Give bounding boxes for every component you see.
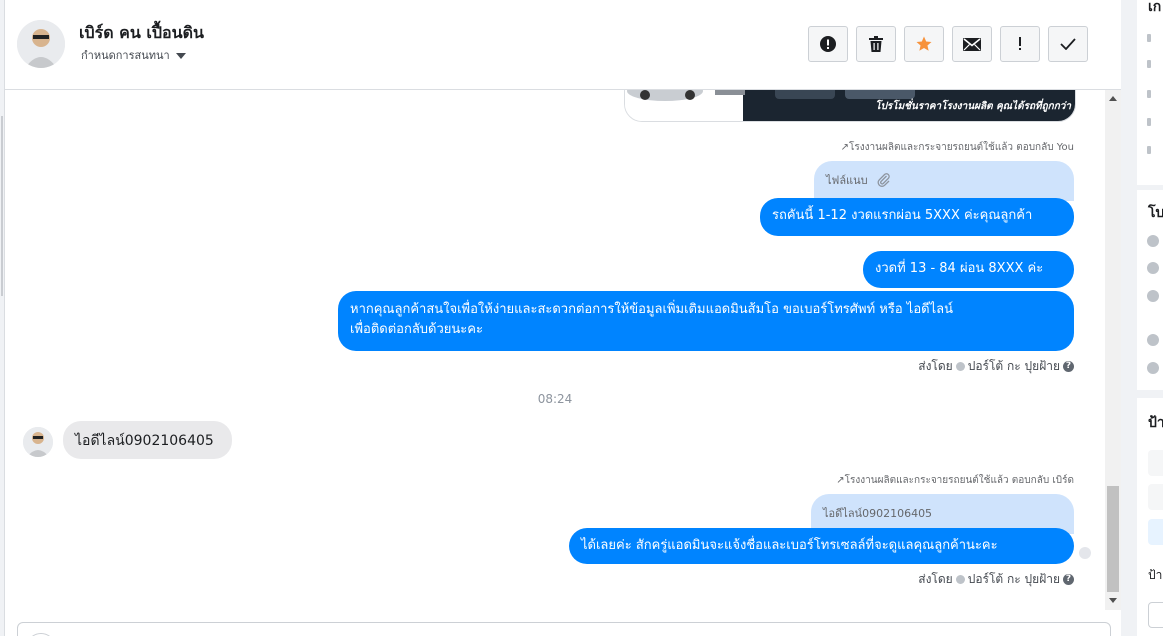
image-caption: โปรโมชั่นราคาโรงงานผลิต คุณได้รถที่ถูกกว… bbox=[875, 101, 1071, 112]
section-title: ป้า bbox=[1148, 415, 1163, 431]
star-icon bbox=[916, 36, 932, 51]
location-icon bbox=[1147, 334, 1159, 346]
scroll-down-icon[interactable] bbox=[1109, 598, 1117, 603]
details-card-1: เก bbox=[1137, 0, 1163, 185]
contact-avatar[interactable] bbox=[17, 20, 65, 68]
label-chip[interactable] bbox=[1148, 450, 1163, 476]
reply-context-text: โรงงานผลิตและกระจายรถยนต์ใช้แล้ว ตอบกลับ… bbox=[849, 142, 1074, 153]
section-title: โบ bbox=[1148, 205, 1163, 221]
quoted-message-1[interactable]: ไฟล์แนบ bbox=[814, 161, 1074, 201]
scrollbar-thumb[interactable] bbox=[1107, 486, 1119, 592]
agent-avatar-dot bbox=[955, 575, 965, 584]
clock-icon bbox=[1147, 235, 1159, 247]
assign-conversation-label: กำหนดการสนทนา bbox=[81, 49, 170, 62]
conversation-panel: เบิร์ด คน เปื้อนดิน กำหนดการสนทนา โปรโมช… bbox=[4, 0, 1122, 636]
alert-circle-icon bbox=[820, 36, 836, 52]
message-line: หากคุณลูกค้าสนใจเพื่อให้ง่ายและสะดวกต่อก… bbox=[350, 302, 953, 317]
help-icon[interactable]: ? bbox=[1063, 574, 1074, 585]
label-chip[interactable] bbox=[1148, 484, 1163, 510]
sent-by-label: ส่งโดย bbox=[918, 359, 953, 373]
location-icon bbox=[1147, 362, 1159, 374]
mark-unread-button[interactable] bbox=[952, 26, 992, 62]
message-line: เพื่อติดต่อกลับด้วยนะคะ bbox=[350, 322, 483, 337]
contact-details-panel: เก โบ ป้า ป้า bbox=[1121, 0, 1163, 636]
mark-done-button[interactable] bbox=[1048, 26, 1088, 62]
sent-by-label: ส่งโดย bbox=[918, 572, 953, 586]
conversation-header: เบิร์ด คน เปื้อนดิน กำหนดการสนทนา bbox=[5, 0, 1121, 90]
info-icon bbox=[1147, 34, 1151, 42]
briefcase-icon bbox=[1147, 262, 1159, 274]
follow-up-button[interactable] bbox=[1000, 26, 1040, 62]
caret-down-icon bbox=[175, 53, 186, 59]
outgoing-message[interactable]: ได้เลยค่ะ สักครู่แอดมินจะแจ้งชื่อและเบอร… bbox=[569, 528, 1074, 564]
time-divider: 08:24 bbox=[537, 392, 573, 406]
help-icon[interactable]: ? bbox=[1063, 361, 1074, 372]
paperclip-icon bbox=[877, 172, 891, 190]
reply-context-1: ↗โรงงานผลิตและกระจายรถยนต์ใช้แล้ว ตอบกลั… bbox=[841, 140, 1074, 155]
info-icon bbox=[1147, 146, 1151, 154]
report-spam-button[interactable] bbox=[808, 26, 848, 62]
reply-arrow-icon: ↗ bbox=[840, 142, 850, 153]
label-chip-selected[interactable] bbox=[1148, 519, 1163, 545]
education-icon bbox=[1147, 290, 1159, 302]
info-icon bbox=[1147, 90, 1151, 98]
sent-by-name[interactable]: ปอร์โต้ กะ ปุยฝ้าย bbox=[968, 359, 1060, 373]
sent-by-name[interactable]: ปอร์โต้ กะ ปุยฝ้าย bbox=[968, 572, 1060, 586]
seen-indicator-icon bbox=[1079, 547, 1091, 559]
contact-name[interactable]: เบิร์ด คน เปื้อนดิน bbox=[79, 21, 204, 46]
incoming-message[interactable]: ไอดีไลน์0902106405 bbox=[63, 421, 232, 459]
sent-by-info: ส่งโดย ปอร์โต้ กะ ปุยฝ้าย? bbox=[918, 357, 1074, 376]
contact-avatar-small[interactable] bbox=[23, 427, 53, 457]
envelope-icon bbox=[963, 37, 981, 51]
message-scrollbar[interactable] bbox=[1105, 90, 1121, 610]
message-composer[interactable] bbox=[17, 622, 1111, 636]
info-icon bbox=[1147, 118, 1151, 126]
section-title: เก bbox=[1148, 0, 1162, 15]
reply-context-text: โรงงานผลิตและกระจายรถยนต์ใช้แล้ว ตอบกลับ… bbox=[844, 475, 1074, 486]
info-icon bbox=[1147, 60, 1151, 68]
left-pane-scrollbar[interactable] bbox=[1, 116, 3, 296]
delete-button[interactable] bbox=[856, 26, 896, 62]
details-card-2: โบ bbox=[1137, 190, 1163, 390]
section-subtitle: ป้า bbox=[1148, 568, 1163, 582]
agent-avatar-dot bbox=[955, 362, 965, 371]
reply-arrow-icon: ↗ bbox=[836, 475, 845, 486]
outgoing-message[interactable]: งวดที่ 13 - 84 ผ่อน 8XXX ค่ะ bbox=[863, 251, 1074, 288]
trash-icon bbox=[869, 36, 883, 52]
quoted-attachment-label: ไฟล์แนบ bbox=[826, 174, 868, 187]
sent-by-info: ส่งโดย ปอร์โต้ กะ ปุยฝ้าย? bbox=[918, 570, 1074, 589]
reply-context-2: ↗โรงงานผลิตและกระจายรถยนต์ใช้แล้ว ตอบกลั… bbox=[836, 473, 1074, 488]
scroll-up-icon[interactable] bbox=[1109, 96, 1117, 101]
label-input[interactable] bbox=[1148, 602, 1163, 628]
assign-conversation-dropdown[interactable]: กำหนดการสนทนา bbox=[81, 46, 186, 64]
outgoing-message[interactable]: รถคันนี้ 1-12 งวดแรกผ่อน 5XXX ค่ะคุณลูกค… bbox=[760, 198, 1074, 236]
message-list[interactable]: โปรโมชั่นราคาโรงงานผลิต คุณได้รถที่ถูกกว… bbox=[5, 90, 1105, 610]
exclamation-icon bbox=[1019, 37, 1021, 50]
image-attachment[interactable]: โปรโมชั่นราคาโรงงานผลิต คุณได้รถที่ถูกกว… bbox=[624, 90, 1076, 122]
outgoing-message[interactable]: หากคุณลูกค้าสนใจเพื่อให้ง่ายและสะดวกต่อก… bbox=[338, 291, 1074, 351]
details-card-3: ป้า ป้า bbox=[1137, 398, 1163, 636]
star-button[interactable] bbox=[904, 26, 944, 62]
checkmark-icon bbox=[1060, 38, 1076, 50]
